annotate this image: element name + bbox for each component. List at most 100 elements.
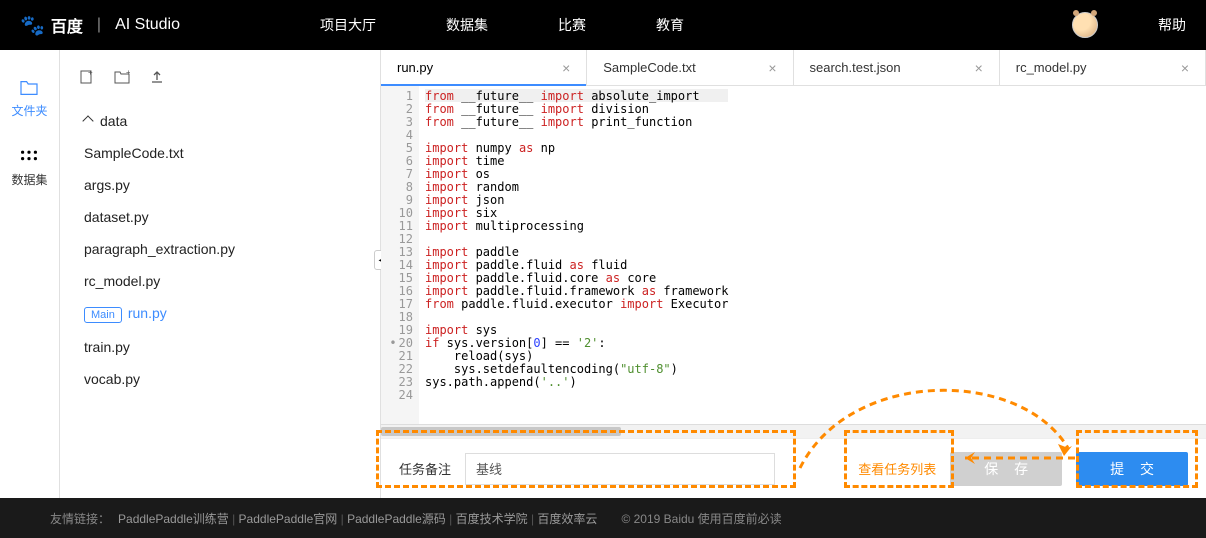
task-note-input[interactable] bbox=[465, 453, 775, 485]
code-line bbox=[425, 388, 728, 401]
line-number: 13 bbox=[387, 245, 413, 258]
nav-competition[interactable]: 比赛 bbox=[558, 15, 586, 35]
line-number: 24 bbox=[387, 388, 413, 401]
code-line: import sys bbox=[425, 323, 728, 336]
line-number: 12 bbox=[387, 232, 413, 245]
line-number: 23 bbox=[387, 375, 413, 388]
view-task-list-link[interactable]: 查看任务列表 bbox=[858, 459, 936, 478]
upload-icon[interactable] bbox=[150, 70, 164, 87]
logo[interactable]: 🐾 百度 | AI Studio bbox=[20, 13, 180, 38]
tab-label: rc_model.py bbox=[1016, 60, 1087, 75]
footer-link[interactable]: 百度技术学院 bbox=[456, 512, 528, 526]
line-number: 22 bbox=[387, 362, 413, 375]
code-line: import paddle.fluid.framework as framewo… bbox=[425, 284, 728, 297]
code-line: import json bbox=[425, 193, 728, 206]
close-icon[interactable]: × bbox=[768, 60, 776, 76]
line-gutter: 123456789101112131415161718192021222324 bbox=[381, 86, 419, 424]
rail-files-label: 文件夹 bbox=[11, 102, 47, 119]
line-number: 20 bbox=[387, 336, 413, 349]
tree-file[interactable]: train.py bbox=[80, 331, 370, 363]
logo-separator: | bbox=[97, 16, 101, 34]
tree-file[interactable]: vocab.py bbox=[80, 363, 370, 395]
line-number: 9 bbox=[387, 193, 413, 206]
rail-files[interactable]: 文件夹 bbox=[11, 80, 47, 119]
footer-link[interactable]: 百度效率云 bbox=[537, 512, 597, 526]
code-line: import numpy as np bbox=[425, 141, 728, 154]
rail-datasets[interactable]: 数据集 bbox=[11, 149, 47, 188]
code-line: import paddle.fluid.core as core bbox=[425, 271, 728, 284]
editor-tab[interactable]: rc_model.py × bbox=[1000, 50, 1206, 85]
code-line: reload(sys) bbox=[425, 349, 728, 362]
line-number: 5 bbox=[387, 141, 413, 154]
line-number: 10 bbox=[387, 206, 413, 219]
line-number: 14 bbox=[387, 258, 413, 271]
code-line: import six bbox=[425, 206, 728, 219]
tree-file[interactable]: paragraph_extraction.py bbox=[80, 233, 370, 265]
code-line: from __future__ import print_function bbox=[425, 115, 728, 128]
tree-file[interactable]: rc_model.py bbox=[80, 265, 370, 297]
save-button[interactable]: 保 存 bbox=[950, 452, 1062, 486]
editor-tabs: run.py×SampleCode.txt×search.test.json×r… bbox=[381, 50, 1206, 86]
line-number: 2 bbox=[387, 102, 413, 115]
footer-link[interactable]: PaddlePaddle官网 bbox=[239, 512, 338, 526]
code-line: import random bbox=[425, 180, 728, 193]
code-line: import multiprocessing bbox=[425, 219, 728, 232]
help-link[interactable]: 帮助 bbox=[1158, 15, 1186, 35]
code-line: sys.path.append('..') bbox=[425, 375, 728, 388]
close-icon[interactable]: × bbox=[975, 60, 983, 76]
new-file-icon[interactable]: + bbox=[80, 70, 94, 87]
code-line: import os bbox=[425, 167, 728, 180]
footer-link[interactable]: PaddlePaddle训练营 bbox=[118, 512, 229, 526]
close-icon[interactable]: × bbox=[1181, 60, 1189, 76]
close-icon[interactable]: × bbox=[562, 60, 570, 76]
nav-projects[interactable]: 项目大厅 bbox=[320, 15, 376, 35]
line-number: 11 bbox=[387, 219, 413, 232]
footer-copyright: © 2019 Baidu 使用百度前必读 bbox=[621, 510, 781, 527]
tree-folder-data[interactable]: data bbox=[80, 105, 370, 137]
code-line bbox=[425, 232, 728, 245]
line-number: 17 bbox=[387, 297, 413, 310]
tree-file[interactable]: SampleCode.txt bbox=[80, 137, 370, 169]
line-number: 6 bbox=[387, 154, 413, 167]
paw-icon: 🐾 bbox=[20, 13, 45, 38]
editor-area: ◂ run.py×SampleCode.txt×search.test.json… bbox=[380, 50, 1206, 498]
new-folder-icon[interactable]: + bbox=[114, 70, 130, 87]
tree-file[interactable]: args.py bbox=[80, 169, 370, 201]
tab-label: search.test.json bbox=[810, 60, 901, 75]
line-number: 21 bbox=[387, 349, 413, 362]
nav-education[interactable]: 教育 bbox=[656, 15, 684, 35]
file-panel: + + data SampleCode.txtargs.pydataset.py… bbox=[60, 50, 380, 498]
tab-label: SampleCode.txt bbox=[603, 60, 696, 75]
footer-link[interactable]: PaddlePaddle源码 bbox=[347, 512, 446, 526]
logo-text: 百度 bbox=[51, 13, 83, 37]
code-line bbox=[425, 310, 728, 323]
code-line: import paddle.fluid as fluid bbox=[425, 258, 728, 271]
avatar[interactable] bbox=[1072, 12, 1098, 38]
tree-file[interactable]: dataset.py bbox=[80, 201, 370, 233]
line-number: 3 bbox=[387, 115, 413, 128]
tab-label: run.py bbox=[397, 60, 433, 75]
line-number: 15 bbox=[387, 271, 413, 284]
code-editor[interactable]: 123456789101112131415161718192021222324 … bbox=[381, 86, 1206, 424]
code-line: if sys.version[0] == '2': bbox=[425, 336, 728, 349]
editor-tab[interactable]: run.py × bbox=[381, 50, 587, 85]
folder-label: data bbox=[100, 113, 127, 129]
left-rail: 文件夹 数据集 bbox=[0, 50, 60, 498]
code-lines: from __future__ import absolute_importfr… bbox=[419, 86, 734, 424]
editor-tab[interactable]: search.test.json × bbox=[794, 50, 1000, 85]
main-badge: Main bbox=[84, 307, 122, 323]
svg-text:+: + bbox=[88, 70, 93, 77]
studio-label: AI Studio bbox=[115, 16, 180, 34]
code-line: from paddle.fluid.executor import Execut… bbox=[425, 297, 728, 310]
svg-text:+: + bbox=[126, 70, 130, 77]
horizontal-scrollbar[interactable] bbox=[381, 424, 1206, 438]
line-number: 16 bbox=[387, 284, 413, 297]
code-line: from __future__ import absolute_import bbox=[425, 89, 728, 102]
editor-tab[interactable]: SampleCode.txt × bbox=[587, 50, 793, 85]
folder-icon bbox=[19, 80, 39, 96]
line-number: 4 bbox=[387, 128, 413, 141]
tree-file[interactable]: Mainrun.py bbox=[80, 297, 370, 331]
line-number: 18 bbox=[387, 310, 413, 323]
submit-button[interactable]: 提 交 bbox=[1076, 452, 1188, 486]
nav-datasets[interactable]: 数据集 bbox=[446, 15, 488, 35]
